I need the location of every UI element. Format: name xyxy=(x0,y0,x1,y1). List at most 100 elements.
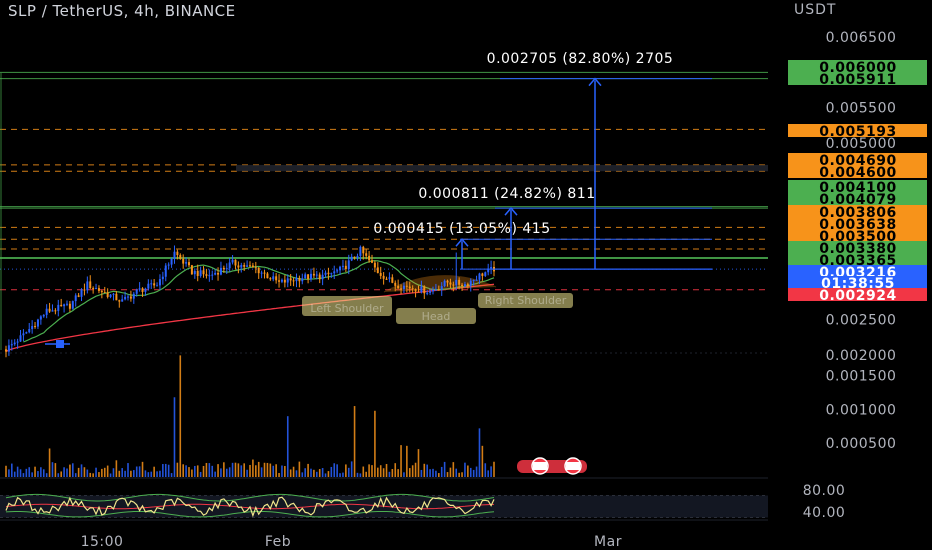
volume-bar xyxy=(487,470,489,477)
volume-bar xyxy=(156,471,158,477)
volume-bar xyxy=(382,468,385,477)
volume-bar xyxy=(374,410,376,477)
volume-bar xyxy=(141,461,144,477)
candle-body xyxy=(83,289,86,291)
candle-body xyxy=(60,304,63,307)
volume-bar xyxy=(472,469,475,477)
volume-bar xyxy=(115,460,118,477)
volume-bar xyxy=(179,355,182,477)
candle-body xyxy=(31,326,34,330)
price-label-text: 0.005911 xyxy=(819,72,897,88)
candle-body xyxy=(365,253,368,256)
volume-bar xyxy=(339,473,341,477)
candle-body xyxy=(196,270,199,276)
candle-body xyxy=(45,308,48,315)
flag-icon[interactable] xyxy=(517,457,587,475)
candle-body xyxy=(150,283,153,285)
volume-bar xyxy=(484,463,487,477)
volume-bar xyxy=(388,471,391,477)
head-and-shoulders-pattern: Left Shoulder Head Right Shoulder xyxy=(302,275,573,324)
candle-body xyxy=(327,272,330,275)
volume-bar xyxy=(464,462,466,477)
volume-bar xyxy=(353,406,356,477)
volume-bar xyxy=(199,471,202,477)
volume-bar xyxy=(397,469,399,477)
volume-bar xyxy=(176,462,179,477)
volume-bar xyxy=(452,462,455,477)
volume-bar xyxy=(194,465,196,477)
candle-body xyxy=(429,291,432,293)
candle-body xyxy=(127,296,129,298)
candle-body xyxy=(28,329,31,333)
candle-body xyxy=(48,308,51,312)
candle-body xyxy=(141,288,144,292)
volume-bar xyxy=(167,464,170,477)
volume-bar xyxy=(153,466,155,477)
volume-bar xyxy=(57,473,60,477)
volume-bar xyxy=(22,473,25,477)
price-axis[interactable]: 0.0065000.0060000.0055000.0050000.003500… xyxy=(788,30,927,521)
volume-bar xyxy=(231,462,234,477)
volume-bar xyxy=(92,473,94,477)
candle-body xyxy=(124,296,127,300)
candle-body xyxy=(25,332,28,334)
candle-body xyxy=(269,278,272,280)
volume-bar xyxy=(45,473,48,477)
candle-body xyxy=(324,272,327,275)
candle-body xyxy=(385,278,388,280)
volume-bar xyxy=(469,467,472,477)
volume-bar xyxy=(493,461,495,477)
candle-body xyxy=(347,260,350,270)
volume-bar xyxy=(284,466,286,477)
volume-bar xyxy=(333,463,336,477)
candle-body xyxy=(167,264,170,266)
candle-body xyxy=(391,277,394,283)
measurement-arrows[interactable]: 0.002705 (82.80%) 2705 0.000811 (24.82%) … xyxy=(373,51,712,270)
candle-body xyxy=(368,255,371,261)
volume-bar xyxy=(214,471,216,477)
candle-body xyxy=(405,285,408,287)
candle-body xyxy=(121,299,124,302)
volume-bar xyxy=(60,471,62,477)
volume-bar xyxy=(37,471,39,477)
candle-body xyxy=(231,259,234,263)
candle-body xyxy=(298,278,301,282)
candle-body xyxy=(217,272,220,275)
volume-bar xyxy=(362,466,365,477)
candle-body xyxy=(219,267,222,275)
volume-bar xyxy=(379,465,382,477)
volume-bar xyxy=(318,469,321,477)
volume-bar xyxy=(461,472,463,477)
candle-body xyxy=(71,301,74,309)
volume-bar xyxy=(205,462,208,477)
volume-bar xyxy=(243,463,245,477)
volume-bar xyxy=(234,462,237,477)
volume-bar xyxy=(188,467,190,477)
volume-bars xyxy=(5,355,495,477)
price-chart[interactable]: Left Shoulder Head Right Shoulder 0.002705… xyxy=(0,0,932,550)
candle-body xyxy=(359,246,362,256)
candle-body xyxy=(156,285,159,287)
candle-body xyxy=(318,274,321,280)
candle-body xyxy=(147,283,150,289)
volume-bar xyxy=(173,397,176,477)
volume-bar xyxy=(423,463,426,477)
candle-body xyxy=(129,296,132,299)
volume-bar xyxy=(223,462,225,477)
volume-bar xyxy=(266,462,269,477)
volume-bar xyxy=(455,468,458,477)
candle-body xyxy=(339,266,342,271)
volume-bar xyxy=(429,469,431,477)
volume-bar xyxy=(220,468,222,477)
volume-bar xyxy=(48,448,51,477)
volume-bar xyxy=(217,464,219,477)
price-tick-label: 0.002000 xyxy=(826,348,897,364)
volume-bar xyxy=(417,449,420,477)
zone-box xyxy=(236,164,768,172)
candle-body xyxy=(280,279,283,282)
candle-body xyxy=(42,314,45,317)
volume-bar xyxy=(72,463,74,477)
candle-body xyxy=(478,273,481,280)
candle-body xyxy=(144,288,147,292)
volume-bar xyxy=(307,463,309,477)
